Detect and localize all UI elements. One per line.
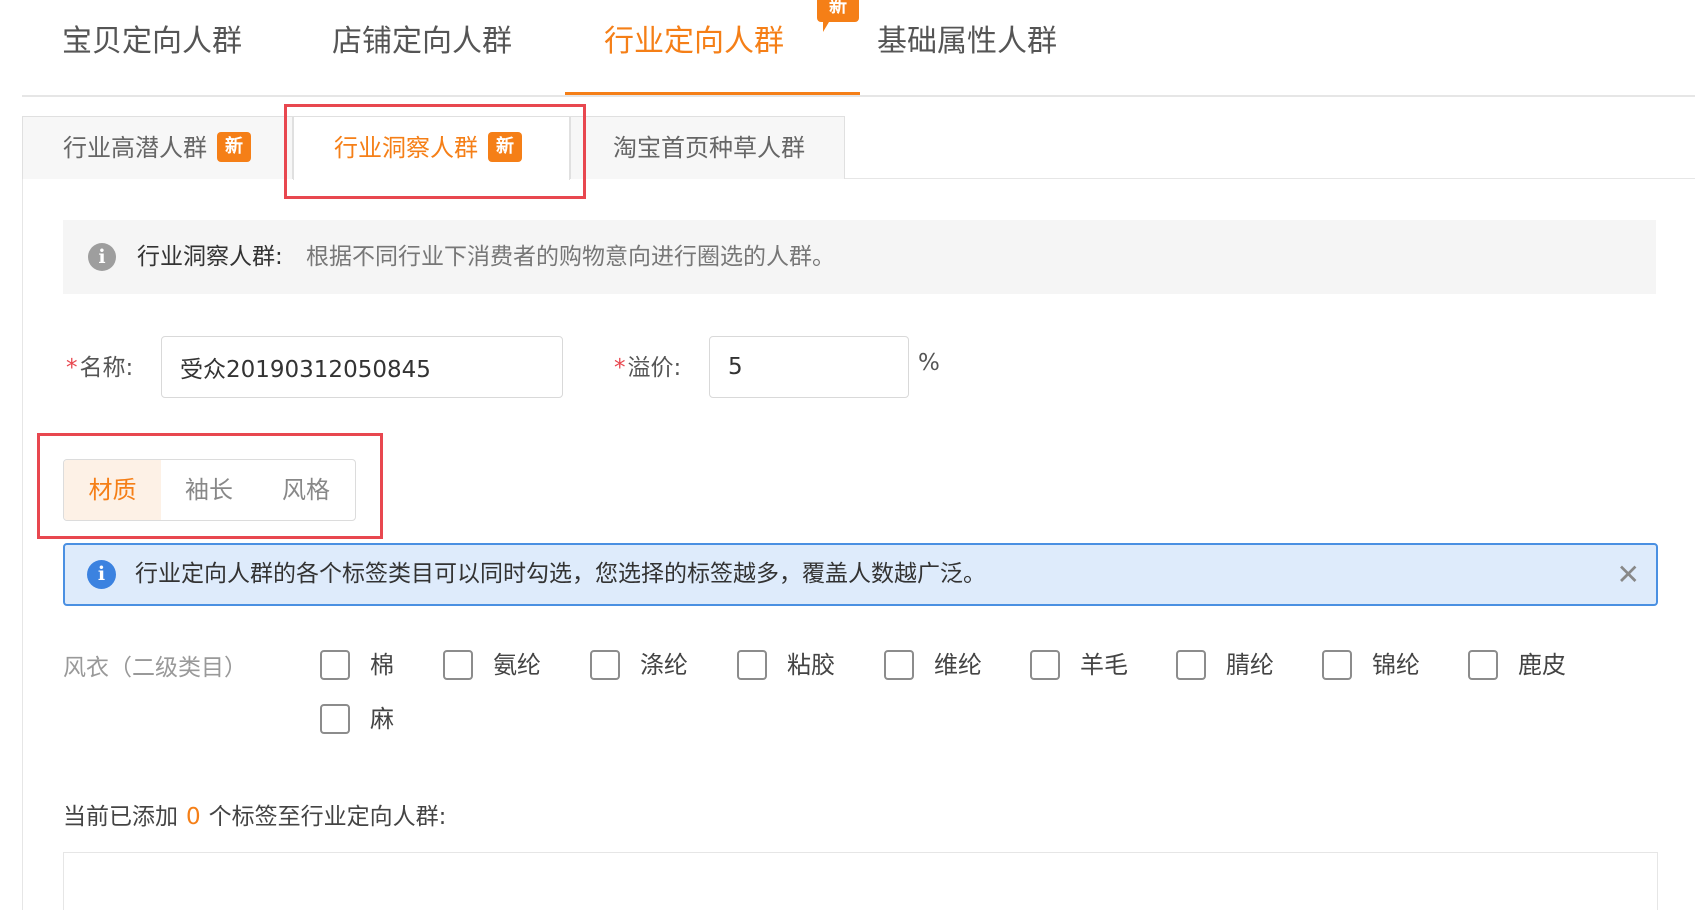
- added-count: 0: [186, 804, 201, 830]
- tab-item-audience[interactable]: 宝贝定向人群: [62, 20, 242, 64]
- added-prefix: 当前已添加: [63, 804, 178, 830]
- checkbox-label: 维纶: [934, 651, 982, 679]
- checkbox-label: 麻: [370, 705, 394, 733]
- checkbox-label: 腈纶: [1226, 651, 1274, 679]
- premium-label: *溢价:: [614, 348, 681, 382]
- alert-text: 行业定向人群的各个标签类目可以同时勾选，您选择的标签越多，覆盖人数越广泛。: [135, 561, 986, 587]
- tab-industry-audience[interactable]: 行业定向人群: [604, 20, 784, 64]
- description-bar: i 行业洞察人群: 根据不同行业下消费者的购物意向进行圈选的人群。: [63, 220, 1656, 294]
- description-text: 根据不同行业下消费者的购物意向进行圈选的人群。: [306, 244, 835, 270]
- subtab-label: 淘宝首页种草人群: [613, 134, 805, 162]
- subtab-industry-insight[interactable]: 行业洞察人群新: [293, 116, 570, 180]
- description-label: 行业洞察人群:: [137, 244, 283, 270]
- tab-basic-attribute-audience[interactable]: 基础属性人群: [877, 20, 1057, 64]
- checkbox-box[interactable]: [884, 650, 914, 680]
- checkbox-label: 锦纶: [1372, 651, 1420, 679]
- info-icon: i: [87, 560, 116, 589]
- page: 宝贝定向人群 店铺定向人群 行业定向人群 基础属性人群 新 行业高潜人群新 行业…: [0, 0, 1695, 910]
- checkbox-box[interactable]: [590, 650, 620, 680]
- active-tab-underline: [565, 92, 860, 95]
- checkbox-box[interactable]: [1468, 650, 1498, 680]
- checkbox-label: 氨纶: [493, 651, 541, 679]
- info-icon: i: [88, 243, 116, 271]
- subtab-industry-potential[interactable]: 行业高潜人群新: [22, 116, 293, 179]
- subtab-label: 行业洞察人群: [334, 134, 478, 162]
- name-label-text: 名称:: [79, 355, 134, 381]
- checkbox-box[interactable]: [737, 650, 767, 680]
- category-label: 风衣（二级类目）: [63, 655, 247, 681]
- checkbox-label: 棉: [370, 651, 394, 679]
- name-input[interactable]: [161, 336, 563, 398]
- new-badge: 新: [817, 0, 859, 32]
- segment-style[interactable]: 风格: [257, 460, 355, 520]
- required-mark: *: [66, 355, 78, 381]
- subtab-taobao-homepage[interactable]: 淘宝首页种草人群: [570, 116, 845, 179]
- new-badge: 新: [488, 132, 522, 162]
- checkbox-box[interactable]: [443, 650, 473, 680]
- top-tab-bar: 宝贝定向人群 店铺定向人群 行业定向人群 基础属性人群 新: [22, 0, 1695, 97]
- segment-material[interactable]: 材质: [64, 460, 161, 520]
- attribute-segmented-control: 材质 袖长 风格: [63, 459, 356, 521]
- info-alert: i 行业定向人群的各个标签类目可以同时勾选，您选择的标签越多，覆盖人数越广泛。 …: [63, 543, 1658, 606]
- selected-tags-area: [63, 852, 1658, 910]
- subtab-label: 行业高潜人群: [63, 134, 207, 162]
- close-icon[interactable]: ✕: [1617, 545, 1640, 604]
- tab-shop-audience[interactable]: 店铺定向人群: [332, 20, 512, 64]
- new-badge: 新: [217, 132, 251, 162]
- checkbox-box[interactable]: [1322, 650, 1352, 680]
- name-label: *名称:: [66, 348, 133, 382]
- premium-input[interactable]: [709, 336, 909, 398]
- checkbox-box[interactable]: [320, 704, 350, 734]
- checkbox-label: 粘胶: [787, 651, 835, 679]
- premium-label-text: 溢价:: [627, 355, 682, 381]
- checkbox-label: 羊毛: [1080, 651, 1128, 679]
- added-suffix: 个标签至行业定向人群:: [208, 804, 447, 830]
- segment-sleeve-length[interactable]: 袖长: [161, 460, 257, 520]
- percent-unit: %: [918, 350, 940, 376]
- checkbox-box[interactable]: [1030, 650, 1060, 680]
- added-tags-summary: 当前已添加 0 个标签至行业定向人群:: [63, 797, 446, 831]
- checkbox-label: 涤纶: [640, 651, 688, 679]
- required-mark: *: [614, 355, 626, 381]
- checkbox-label: 鹿皮: [1518, 651, 1566, 679]
- checkbox-box[interactable]: [320, 650, 350, 680]
- checkbox-box[interactable]: [1176, 650, 1206, 680]
